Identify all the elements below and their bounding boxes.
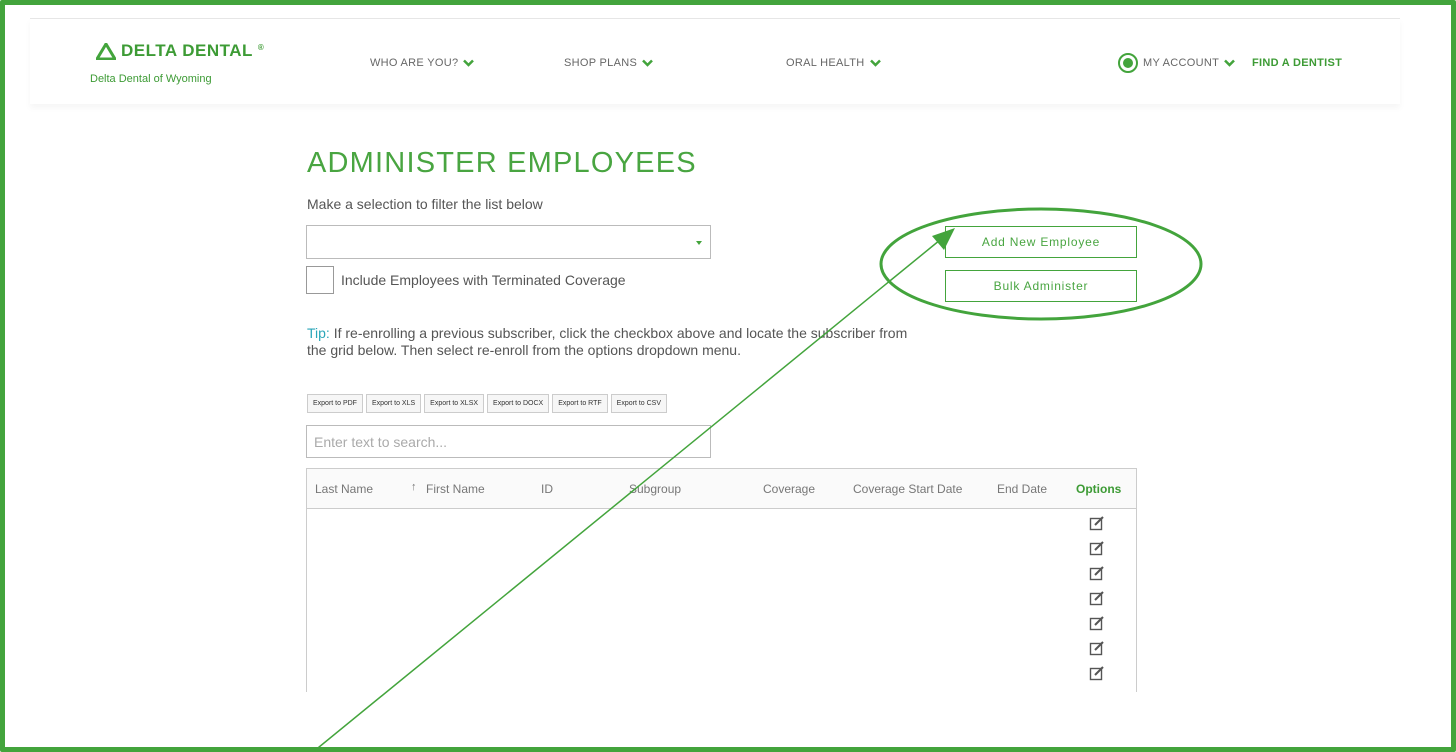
nav-label: MY ACCOUNT xyxy=(1143,57,1220,69)
col-end-date[interactable]: End Date xyxy=(997,482,1047,496)
grid-search-input[interactable] xyxy=(306,425,711,458)
filter-select[interactable] xyxy=(306,225,711,259)
edit-icon[interactable] xyxy=(1089,640,1105,656)
export-docx-button[interactable]: Export to DOCX xyxy=(487,394,550,413)
export-rtf-button[interactable]: Export to RTF xyxy=(552,394,608,413)
brand-subtitle: Delta Dental of Wyoming xyxy=(90,73,212,85)
page-title: ADMINISTER EMPLOYEES xyxy=(307,147,697,179)
brand-registered-mark: ® xyxy=(257,42,265,52)
col-coverage-start-date[interactable]: Coverage Start Date xyxy=(853,482,962,496)
add-new-employee-button[interactable]: Add New Employee xyxy=(945,226,1137,258)
terminated-coverage-label[interactable]: Include Employees with Terminated Covera… xyxy=(341,272,626,288)
nav-label: ORAL HEALTH xyxy=(786,57,865,69)
bulk-administer-button[interactable]: Bulk Administer xyxy=(945,270,1137,302)
chevron-down-icon xyxy=(1224,59,1236,67)
col-options: Options xyxy=(1076,482,1122,496)
delta-dental-logo[interactable]: DELTA DENTAL ® xyxy=(96,41,264,61)
tip-label: Tip: xyxy=(307,325,330,341)
employee-grid: Last Name ↑ First Name ID Subgroup Cover… xyxy=(306,468,1137,692)
col-id[interactable]: ID xyxy=(541,482,553,496)
grid-header: Last Name ↑ First Name ID Subgroup Cover… xyxy=(307,469,1136,509)
account-icon xyxy=(1118,53,1138,73)
tip-text: Tip: If re-enrolling a previous subscrib… xyxy=(307,325,927,359)
site-header: DELTA DENTAL ® Delta Dental of Wyoming W… xyxy=(30,18,1400,104)
export-csv-button[interactable]: Export to CSV xyxy=(610,394,668,413)
col-coverage[interactable]: Coverage xyxy=(763,482,815,496)
terminated-coverage-checkbox[interactable] xyxy=(306,266,334,294)
sort-up-icon[interactable]: ↑ xyxy=(411,481,417,493)
export-pdf-button[interactable]: Export to PDF xyxy=(307,394,363,413)
nav-label: SHOP PLANS xyxy=(564,57,638,69)
edit-icon[interactable] xyxy=(1089,540,1105,556)
chevron-down-icon xyxy=(642,59,653,67)
chevron-down-icon xyxy=(869,59,881,67)
chevron-down-icon xyxy=(463,59,475,67)
nav-label: WHO ARE YOU? xyxy=(370,57,459,69)
brand-name: DELTA DENTAL xyxy=(121,41,253,60)
edit-icon[interactable] xyxy=(1089,615,1105,631)
row-options-list xyxy=(1089,515,1105,690)
edit-icon[interactable] xyxy=(1089,565,1105,581)
filter-label: Make a selection to filter the list belo… xyxy=(307,196,543,212)
edit-icon[interactable] xyxy=(1089,590,1105,606)
export-xlsx-button[interactable]: Export to XLSX xyxy=(424,394,485,413)
nav-oral-health[interactable]: ORAL HEALTH xyxy=(786,57,881,69)
nav-shop-plans[interactable]: SHOP PLANS xyxy=(564,57,653,69)
col-subgroup[interactable]: Subgroup xyxy=(629,482,681,496)
export-xls-button[interactable]: Export to XLS xyxy=(365,394,422,413)
export-toolbar: Export to PDF Export to XLS Export to XL… xyxy=(307,394,668,413)
edit-icon[interactable] xyxy=(1089,515,1105,531)
nav-my-account[interactable]: MY ACCOUNT xyxy=(1118,53,1236,73)
tip-body: If re-enrolling a previous subscriber, c… xyxy=(307,325,908,358)
delta-logo-icon xyxy=(96,42,116,60)
edit-icon[interactable] xyxy=(1089,665,1105,681)
caret-down-icon xyxy=(696,241,702,245)
nav-who-are-you[interactable]: WHO ARE YOU? xyxy=(370,57,475,69)
col-last-name[interactable]: Last Name xyxy=(315,482,373,496)
col-first-name[interactable]: First Name xyxy=(426,482,485,496)
find-a-dentist-link[interactable]: FIND A DENTIST xyxy=(1252,57,1342,69)
